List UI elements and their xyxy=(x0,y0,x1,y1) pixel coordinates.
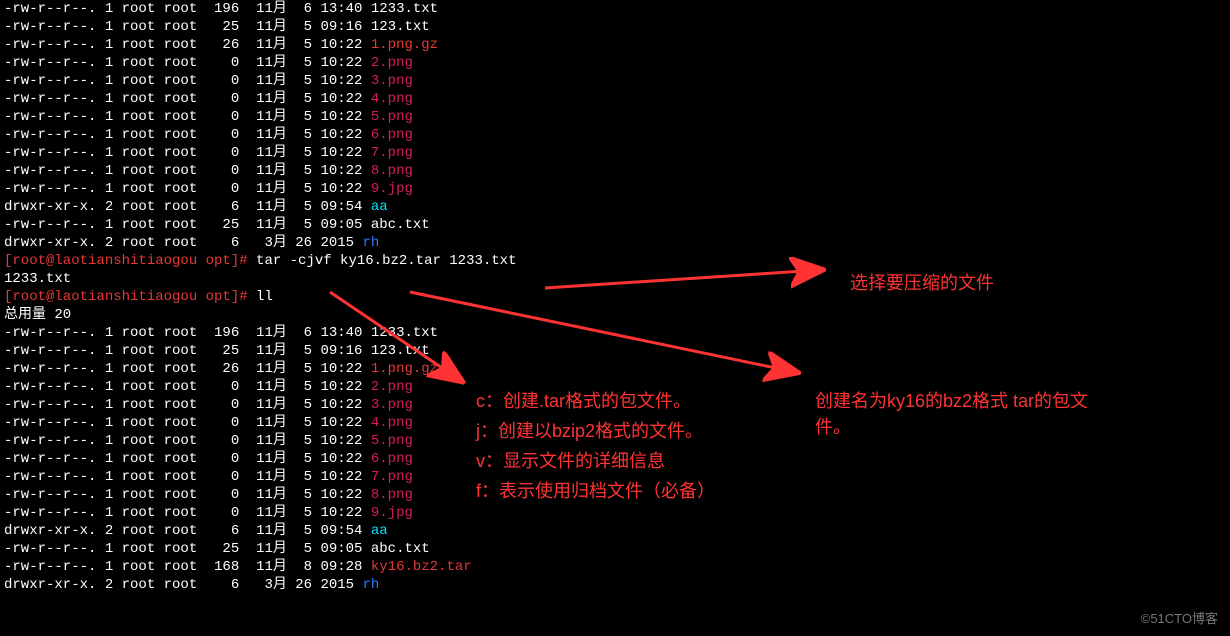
watermark: ©51CTO博客 xyxy=(1141,610,1218,628)
annotation-arrows xyxy=(0,0,1230,636)
